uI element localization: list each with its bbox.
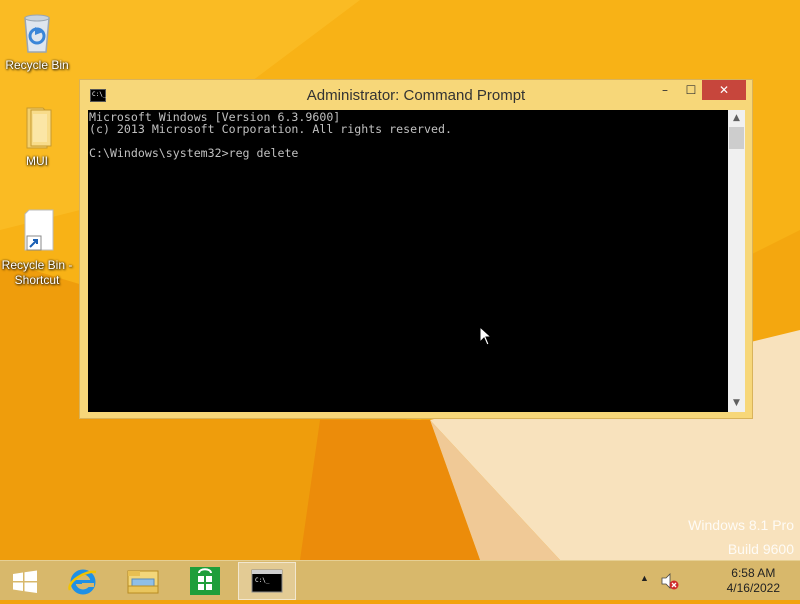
command-prompt-icon: C:\_ (251, 569, 283, 593)
windows-build-watermark: Build 9600 (727, 541, 794, 557)
scroll-up-icon[interactable]: ▲ (728, 110, 745, 127)
title-bar[interactable]: C:\_ Administrator: Command Prompt – ☐ ✕ (80, 80, 752, 110)
desktop-icon-label: MUI (26, 154, 48, 168)
system-clock[interactable]: 6:58 AM 4/16/2022 (727, 566, 780, 596)
scroll-thumb[interactable] (729, 127, 744, 149)
taskbar: C:\_ ▲ 6:58 AM 4/16/2022 (0, 560, 800, 600)
taskbar-store[interactable] (176, 562, 232, 600)
taskbar-file-explorer[interactable] (114, 562, 170, 600)
taskbar-command-prompt[interactable]: C:\_ (238, 562, 296, 600)
svg-text:C:\_: C:\_ (255, 577, 270, 584)
clock-date: 4/16/2022 (726, 581, 780, 595)
mouse-cursor-icon (479, 326, 493, 346)
desktop-icon-recycle-bin[interactable]: Recycle Bin (0, 8, 74, 73)
taskbar-internet-explorer[interactable] (56, 562, 112, 600)
internet-explorer-icon (68, 569, 97, 595)
desktop-icon-label: Recycle Bin (5, 58, 69, 72)
windows-logo-icon (13, 570, 37, 593)
folder-icon (13, 104, 61, 152)
store-icon (190, 567, 220, 595)
command-prompt-window[interactable]: C:\_ Administrator: Command Prompt – ☐ ✕… (79, 79, 753, 419)
vertical-scrollbar[interactable]: ▲ ▼ (728, 110, 745, 412)
recycle-bin-icon (13, 8, 61, 56)
desktop-icon-mui[interactable]: MUI (0, 104, 74, 169)
maximize-button[interactable]: ☐ (678, 80, 704, 100)
scroll-down-icon[interactable]: ▼ (728, 395, 745, 412)
shortcut-file-icon (13, 208, 61, 256)
clock-time: 6:58 AM (731, 566, 776, 580)
start-button[interactable] (0, 562, 56, 600)
minimize-button[interactable]: – (652, 80, 678, 100)
console-line: C:\Windows\system32>reg delete (89, 146, 299, 160)
show-hidden-icons-button[interactable]: ▲ (640, 573, 649, 583)
console-output[interactable]: Microsoft Windows [Version 6.3.9600] (c)… (88, 110, 728, 412)
close-button[interactable]: ✕ (702, 80, 746, 100)
file-explorer-icon (127, 570, 159, 594)
desktop-icon-label: Recycle Bin - Shortcut (1, 258, 73, 287)
windows-edition-watermark: Windows 8.1 Pro (688, 517, 794, 533)
desktop-icon-recycle-bin-shortcut[interactable]: Recycle Bin - Shortcut (0, 208, 74, 288)
volume-muted-icon[interactable] (660, 571, 680, 594)
console-line: (c) 2013 Microsoft Corporation. All righ… (89, 122, 452, 136)
